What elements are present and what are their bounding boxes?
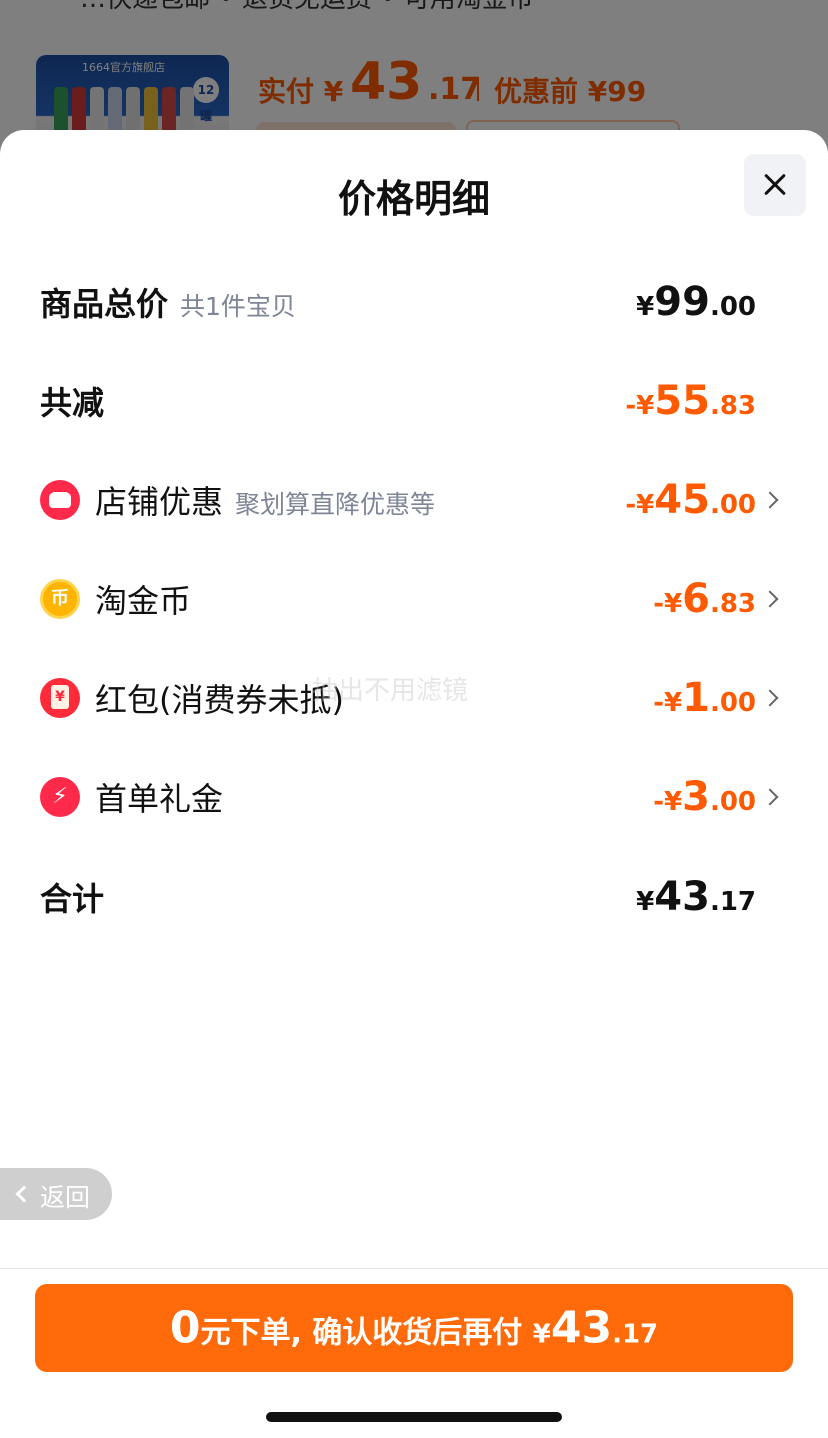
red-packet-amount: -¥1.00 — [653, 675, 756, 721]
first-order-gift-amount: -¥3.00 — [653, 774, 756, 820]
back-label: 返回 — [40, 1183, 91, 1212]
cta-currency: ¥ — [532, 1319, 551, 1350]
close-icon[interactable] — [744, 154, 806, 216]
row-label: 合计 — [40, 880, 105, 918]
chevron-left-icon — [15, 1185, 33, 1203]
row-taojinbi[interactable]: 币 淘金币 -¥6.83 — [40, 569, 788, 629]
row-grand-total: 合计 ¥43.17 — [40, 867, 788, 927]
taojinbi-amount: -¥6.83 — [653, 576, 756, 622]
row-label: 商品总价 共1件宝贝 — [40, 285, 296, 323]
lightning-icon: ⚡ — [40, 777, 80, 817]
bottom-divider — [0, 1268, 828, 1269]
row-sublabel: 聚划算直降优惠等 — [235, 490, 436, 519]
chevron-right-icon[interactable] — [761, 491, 779, 509]
total-discount-amount: -¥55.83 — [625, 378, 756, 424]
price-detail-sheet: 价格明细 商品总价 共1件宝贝 ¥99.00 共减 -¥55.83 店铺优惠 聚划算… — [0, 130, 828, 1438]
shop-discount-amount: -¥45.00 — [625, 477, 756, 523]
sheet-title: 价格明细 — [337, 177, 490, 221]
cta-amount-decimal: .17 — [612, 1319, 659, 1350]
row-label: 淘金币 — [95, 582, 192, 620]
row-shop-discount[interactable]: 店铺优惠 聚划算直降优惠等 -¥45.00 — [40, 470, 788, 530]
cta-zero: 0 — [169, 1302, 201, 1354]
row-label: 首单礼金 — [95, 780, 224, 818]
home-indicator — [266, 1412, 562, 1422]
total-price-amount: ¥99.00 — [636, 279, 756, 325]
row-label: 红包(消费券未抵) — [95, 681, 344, 719]
back-button[interactable]: 返回 — [0, 1168, 112, 1220]
row-label: 共减 — [40, 384, 105, 422]
grand-total-amount: ¥43.17 — [636, 874, 756, 920]
chevron-right-icon[interactable] — [761, 590, 779, 608]
row-label: 店铺优惠 聚划算直降优惠等 — [95, 483, 436, 521]
item-count: 共1件宝贝 — [180, 292, 296, 321]
coin-icon: 币 — [40, 579, 80, 619]
row-total-price: 商品总价 共1件宝贝 ¥99.00 — [40, 272, 788, 332]
chevron-right-icon[interactable] — [761, 689, 779, 707]
row-first-order-gift[interactable]: ⚡ 首单礼金 -¥3.00 — [40, 767, 788, 827]
row-total-discount: 共减 -¥55.83 — [40, 371, 788, 431]
shop-discount-icon — [40, 480, 80, 520]
red-packet-icon — [40, 678, 80, 718]
place-order-button[interactable]: 0元下单, 确认收货后再付 ¥43.17 — [35, 1284, 793, 1372]
chevron-right-icon[interactable] — [761, 788, 779, 806]
cta-text: 元下单, 确认收货后再付 — [200, 1315, 533, 1351]
cta-amount-integer: 43 — [550, 1302, 613, 1354]
watermark-text: 抽出不用滤镜 — [312, 676, 469, 706]
